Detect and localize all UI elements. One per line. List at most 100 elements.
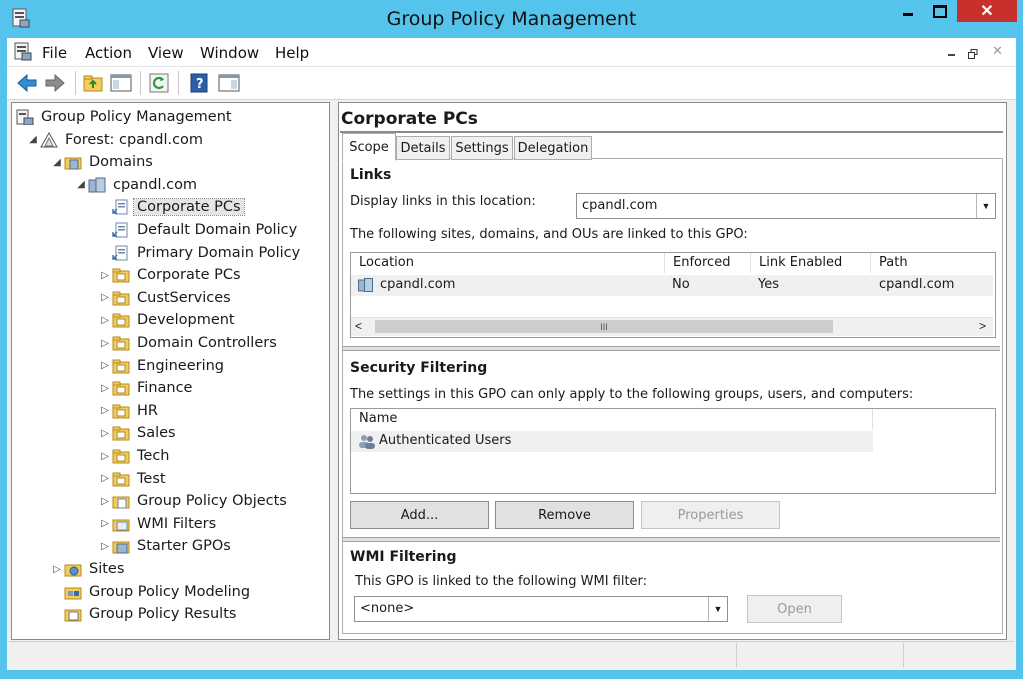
menu-file[interactable]: File [42, 44, 67, 62]
tab-settings[interactable]: Settings [451, 136, 513, 160]
expand-arrow-icon[interactable]: ▷ [98, 541, 112, 552]
add-button[interactable]: Add... [350, 501, 489, 529]
scroll-thumb[interactable]: III [375, 320, 833, 333]
open-button[interactable]: Open [747, 595, 842, 623]
tree-item-group-policy-modeling[interactable]: Group Policy Modeling [50, 582, 253, 602]
close-button[interactable]: ✕ [957, 0, 1017, 22]
tree-item-corporate-pcs[interactable]: ▷ Corporate PCs [98, 265, 244, 285]
tree-item-custservices[interactable]: ▷ CustServices [98, 288, 234, 308]
scroll-right-icon[interactable]: > [979, 319, 986, 333]
collapse-arrow-icon[interactable]: ◢ [26, 134, 40, 145]
expand-arrow-icon[interactable]: ▷ [98, 292, 112, 303]
expand-arrow-icon[interactable]: ▷ [98, 496, 112, 507]
tree-item-domains[interactable]: ◢ Domains [50, 152, 156, 172]
properties-button[interactable]: Properties [641, 501, 780, 529]
expand-arrow-icon[interactable]: ▷ [98, 360, 112, 371]
wmi-filter-value: <none> [360, 601, 415, 616]
tree-item-hr[interactable]: ▷ HR [98, 401, 161, 421]
tree-item-label: Primary Domain Policy [137, 244, 301, 261]
tree-item-wmi-filters[interactable]: ▷ WMI Filters [98, 514, 219, 534]
expand-arrow-icon[interactable]: ▷ [98, 518, 112, 529]
tab-details[interactable]: Details [396, 136, 450, 160]
table-row[interactable]: cpandl.com No Yes cpandl.com [351, 275, 993, 296]
menu-app-icon[interactable] [14, 42, 32, 62]
maximize-button[interactable] [924, 0, 956, 22]
menu-help[interactable]: Help [275, 44, 309, 62]
tree-item-primary-domain-policy[interactable]: Primary Domain Policy [98, 243, 303, 263]
title-underline [340, 131, 1003, 133]
tree-item-finance[interactable]: ▷ Finance [98, 378, 195, 398]
help-icon[interactable]: ? [188, 72, 210, 94]
tree-item-development[interactable]: ▷ Development [98, 310, 238, 330]
tree-item-tech[interactable]: ▷ Tech [98, 446, 172, 466]
expand-arrow-icon[interactable]: ▷ [98, 383, 112, 394]
table-row[interactable]: Authenticated Users [351, 431, 873, 452]
col-link-enabled[interactable]: Link Enabled [751, 253, 871, 273]
expand-arrow-icon[interactable]: ▷ [98, 428, 112, 439]
back-arrow-icon[interactable] [16, 72, 38, 94]
mdi-minimize-icon[interactable] [948, 54, 955, 56]
collapse-arrow-icon[interactable]: ◢ [50, 157, 64, 168]
mdi-close-icon[interactable]: ✕ [992, 43, 1003, 59]
tree-item-sites[interactable]: ▷ Sites [50, 559, 127, 579]
tree-item-group-policy-results[interactable]: Group Policy Results [50, 604, 239, 624]
tree-item-cpandl-com[interactable]: ◢ cpandl.com [74, 175, 200, 195]
users-group-icon [358, 433, 376, 449]
wmi-filter-combo[interactable]: <none> ▼ [354, 596, 728, 622]
tree-item-starter-gpos[interactable]: ▷ Starter GPOs [98, 536, 234, 556]
section-splitter[interactable] [343, 346, 1000, 351]
tree-item-domain-controllers[interactable]: ▷ Domain Controllers [98, 333, 280, 353]
domain-icon [88, 177, 106, 193]
col-path[interactable]: Path [871, 253, 993, 273]
tree-item-sales[interactable]: ▷ Sales [98, 423, 179, 443]
tree-item-label: Group Policy Management [41, 109, 232, 125]
expand-arrow-icon[interactable]: ▷ [98, 451, 112, 462]
tree-item-engineering[interactable]: ▷ Engineering [98, 356, 227, 376]
tree-item-label: Tech [137, 448, 170, 464]
location-combo[interactable]: cpandl.com ▼ [576, 193, 996, 219]
menu-action[interactable]: Action [85, 44, 132, 62]
tree-item-test[interactable]: ▷ Test [98, 469, 169, 489]
minimize-button[interactable] [893, 0, 923, 22]
sites-icon [64, 561, 82, 577]
mdi-restore-icon[interactable] [968, 46, 978, 59]
expand-arrow-icon[interactable]: ▷ [98, 405, 112, 416]
tree-item-corporate-pcs[interactable]: Corporate PCs [98, 197, 245, 217]
menu-view[interactable]: View [148, 44, 184, 62]
tab-scope[interactable]: Scope [342, 133, 396, 161]
show-hide-console-tree-icon[interactable] [110, 72, 132, 94]
window-title: Group Policy Management [386, 8, 637, 30]
collapse-arrow-icon[interactable]: ◢ [74, 179, 88, 190]
expand-arrow-icon[interactable]: ▷ [98, 338, 112, 349]
ou-folder-icon [112, 425, 130, 441]
expand-arrow-icon[interactable]: ▷ [98, 315, 112, 326]
folder-up-icon[interactable] [82, 72, 104, 94]
tree-item-forest-cpandl-com[interactable]: ◢ Forest: cpandl.com [26, 130, 206, 150]
expand-arrow-icon[interactable]: ▷ [98, 270, 112, 281]
close-icon: ✕ [980, 3, 994, 20]
section-splitter[interactable] [343, 537, 1000, 542]
toolbar-separator [140, 71, 141, 95]
ou-folder-icon [112, 290, 130, 306]
tab-delegation[interactable]: Delegation [514, 136, 592, 160]
ou-folder-icon [112, 267, 130, 283]
remove-button[interactable]: Remove [495, 501, 634, 529]
menu-window[interactable]: Window [200, 44, 259, 62]
tree-item-group-policy-management[interactable]: Group Policy Management [16, 107, 235, 127]
show-action-pane-icon[interactable] [218, 72, 240, 94]
expand-arrow-icon[interactable]: ▷ [50, 564, 64, 575]
expand-arrow-icon[interactable]: ▷ [98, 473, 112, 484]
col-name[interactable]: Name [351, 409, 873, 429]
col-location[interactable]: Location [351, 253, 665, 273]
maximize-icon [933, 4, 947, 18]
refresh-icon[interactable] [148, 72, 170, 94]
chevron-down-icon[interactable]: ▼ [976, 194, 995, 218]
chevron-down-icon[interactable]: ▼ [708, 597, 727, 621]
tree-item-default-domain-policy[interactable]: Default Domain Policy [98, 220, 300, 240]
tree-item-label: Starter GPOs [137, 538, 231, 555]
forward-arrow-icon[interactable] [44, 72, 66, 94]
tree-item-group-policy-objects[interactable]: ▷ Group Policy Objects [98, 491, 290, 511]
col-enforced[interactable]: Enforced [665, 253, 751, 273]
horizontal-scrollbar[interactable]: < III > [351, 317, 993, 336]
scroll-left-icon[interactable]: < [355, 319, 362, 333]
